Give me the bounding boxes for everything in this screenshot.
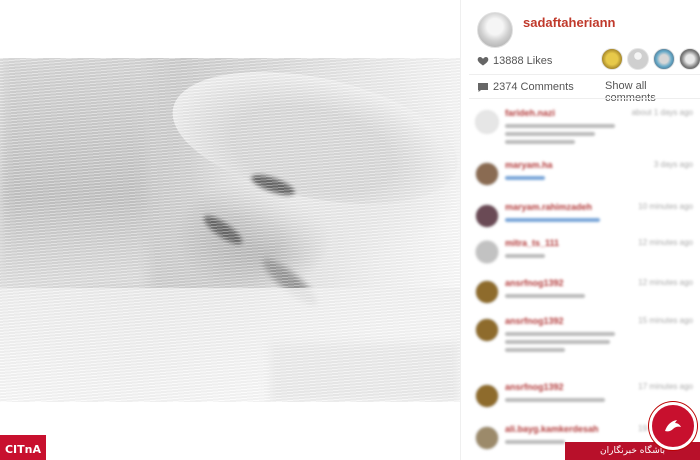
commenter-username[interactable]: ansrfnog1392	[505, 382, 564, 392]
comment-text-blurred	[505, 214, 625, 222]
commenter-avatar[interactable]	[475, 110, 499, 134]
show-all-comments-link[interactable]: Show all comments	[605, 80, 700, 104]
comment-bubble-icon	[478, 82, 488, 92]
citna-watermark-text: CITnA	[4, 442, 41, 456]
commenter-username[interactable]: maryam.rahimzadeh	[505, 202, 592, 212]
comments-count: 2374 Comments	[493, 81, 574, 93]
comment-time: 12 minutes ago	[638, 238, 693, 247]
commenter-avatar[interactable]	[475, 426, 499, 450]
watermark-bar	[0, 435, 46, 438]
comment-text-blurred	[505, 290, 625, 298]
commenter-username[interactable]: mitra_ts_111	[505, 238, 559, 248]
divider	[469, 74, 700, 75]
post-header: sadaftaheriann	[461, 0, 700, 48]
citna-watermark: CITnA	[0, 435, 46, 460]
comment-item: farideh.nazi about 1 days ago	[461, 106, 700, 156]
commenter-avatar[interactable]	[475, 162, 499, 186]
comment-time: 10 minutes ago	[638, 202, 693, 211]
post-photo-area: CITnA	[0, 0, 460, 460]
divider	[469, 98, 700, 99]
comment-time: 3 days ago	[653, 160, 693, 169]
commenter-username[interactable]: ansrfnog1392	[505, 278, 564, 288]
bird-logo-icon	[665, 420, 681, 432]
photo-texture	[0, 58, 460, 402]
likes-count: 13888 Likes	[493, 55, 553, 67]
commenter-username[interactable]: maryam.ha	[505, 160, 553, 170]
commenter-avatar[interactable]	[475, 204, 499, 228]
post-sidebar: sadaftaheriann 13888 Likes 2374 Comments…	[460, 0, 700, 460]
commenter-username[interactable]: ansrfnog1392	[505, 316, 564, 326]
post-photo[interactable]	[0, 58, 460, 402]
commenter-avatar[interactable]	[475, 240, 499, 264]
comment-time: 15 minutes ago	[638, 316, 693, 325]
commenter-avatar[interactable]	[475, 384, 499, 408]
liker-avatar[interactable]	[653, 48, 675, 70]
comment-item: ansrfnog1392 15 minutes ago	[461, 314, 700, 364]
liker-avatar[interactable]	[601, 48, 623, 70]
commenter-username[interactable]: farideh.nazi	[505, 108, 555, 118]
comment-text-blurred	[505, 120, 625, 144]
profile-username[interactable]: sadaftaheriann	[523, 15, 615, 30]
comment-time: 12 minutes ago	[638, 278, 693, 287]
club-watermark: باشگاه خبرنگاران	[565, 400, 700, 460]
profile-avatar[interactable]	[477, 12, 513, 48]
comment-text-blurred	[505, 250, 625, 258]
comment-time: about 1 days ago	[631, 108, 693, 117]
commenter-avatar[interactable]	[475, 318, 499, 342]
liker-avatar[interactable]	[627, 48, 649, 70]
heart-icon[interactable]	[477, 55, 489, 67]
comment-time: 17 minutes ago	[638, 382, 693, 391]
comment-text-blurred	[505, 328, 625, 352]
commenter-avatar[interactable]	[475, 280, 499, 304]
comment-text-blurred	[505, 172, 625, 180]
liker-avatar[interactable]	[679, 48, 700, 70]
